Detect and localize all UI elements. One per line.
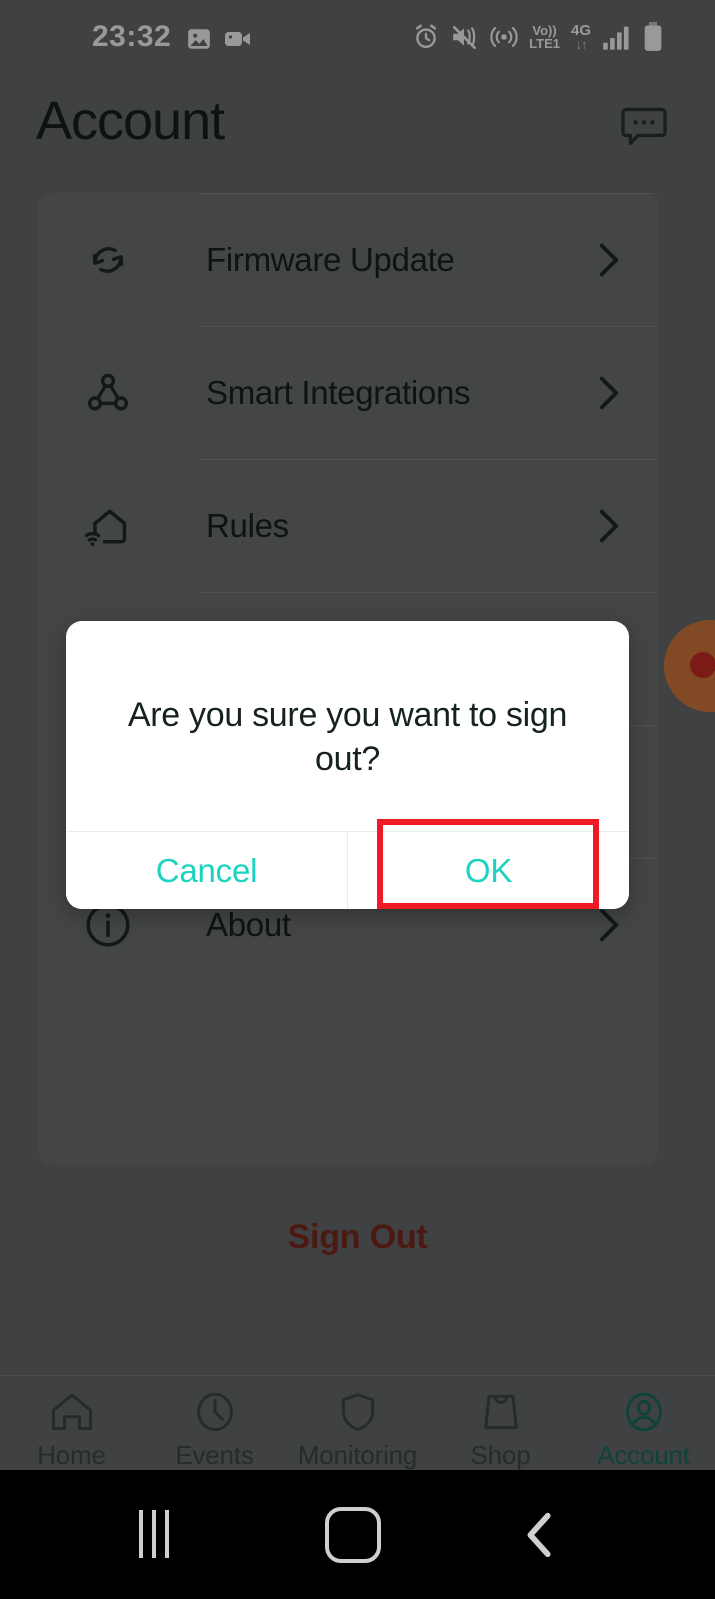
volte-icon: Vo)) LTE1 (529, 24, 560, 50)
home-icon (49, 1390, 95, 1434)
nav-label: Home (37, 1440, 106, 1470)
status-bar: 23:32 Vo)) LTE1 4G ↓↑ (0, 0, 715, 76)
refresh-sync-icon (80, 232, 136, 288)
nav-label: Monitoring (297, 1440, 418, 1470)
nav-label: Events (175, 1440, 254, 1470)
nav-item-monitoring[interactable]: Monitoring (286, 1376, 429, 1470)
status-bar-right-icons: Vo)) LTE1 4G ↓↑ (412, 22, 663, 52)
floating-record-button[interactable] (664, 620, 715, 712)
settings-row-label: Rules (206, 506, 289, 544)
hotspot-icon (490, 24, 518, 50)
signal-bars-icon (602, 24, 632, 50)
dialog-message: Are you sure you want to sign out? (127, 696, 568, 778)
dialog-actions: Cancel OK (66, 831, 629, 909)
phone-screen: 23:32 Vo)) LTE1 4G ↓↑ Account Firmware U… (0, 0, 715, 1599)
video-camera-icon (224, 28, 252, 50)
recents-icon[interactable] (122, 1509, 186, 1560)
nav-item-account[interactable]: Account (572, 1376, 715, 1470)
sign-out-button[interactable]: Sign Out (0, 1218, 715, 1257)
4g-icon: 4G ↓↑ (571, 23, 591, 51)
sign-out-confirmation-dialog: Are you sure you want to sign out? Cance… (66, 621, 629, 909)
chevron-right-icon (598, 375, 620, 411)
ok-button[interactable]: OK (347, 832, 629, 909)
row-divider (198, 326, 658, 327)
nav-item-events[interactable]: Events (143, 1376, 286, 1470)
network-type-label: 4G (570, 22, 591, 39)
chat-bubble-icon[interactable] (621, 106, 667, 148)
settings-row-label: Firmware Update (206, 240, 455, 278)
chevron-right-icon (598, 242, 620, 278)
nav-item-home[interactable]: Home (0, 1376, 143, 1470)
bottom-navigation-bar: Home Events Monitoring Shop Account (0, 1375, 715, 1470)
recording-dot-icon (690, 652, 715, 678)
battery-icon (643, 22, 663, 52)
settings-row-label: Smart Integrations (206, 373, 471, 411)
settings-row-label: About (206, 905, 291, 943)
nav-item-shop[interactable]: Shop (429, 1376, 572, 1470)
home-wifi-icon (80, 498, 136, 554)
nav-label: Shop (470, 1440, 531, 1470)
android-system-navigation-bar (0, 1470, 715, 1599)
chevron-right-icon (598, 907, 620, 943)
cancel-button[interactable]: Cancel (66, 832, 347, 909)
back-chevron-icon[interactable] (520, 1510, 560, 1560)
settings-row-firmware-update[interactable]: Firmware Update (38, 193, 658, 326)
image-icon (186, 26, 212, 52)
user-circle-icon (621, 1390, 667, 1434)
alarm-clock-icon (412, 23, 440, 51)
volte-bottom-label: LTE1 (529, 36, 560, 51)
mute-vibrate-icon (451, 24, 479, 50)
chevron-right-icon (598, 508, 620, 544)
app-bar: Account (0, 76, 715, 181)
data-arrows-icon: ↓↑ (575, 37, 587, 52)
home-square-icon[interactable] (325, 1506, 381, 1563)
page-title: Account (36, 91, 225, 151)
shopping-bag-icon (478, 1390, 524, 1434)
row-divider (198, 592, 658, 593)
status-bar-clock: 23:32 (92, 20, 172, 53)
node-network-icon (80, 365, 136, 421)
settings-row-smart-integrations[interactable]: Smart Integrations (38, 326, 658, 459)
nav-label: Account (597, 1440, 690, 1470)
shield-icon (335, 1390, 381, 1434)
status-bar-left-icons (186, 26, 252, 52)
row-divider (198, 193, 658, 194)
row-divider (198, 459, 658, 460)
settings-row-rules[interactable]: Rules (38, 459, 658, 592)
clock-icon (192, 1390, 238, 1434)
